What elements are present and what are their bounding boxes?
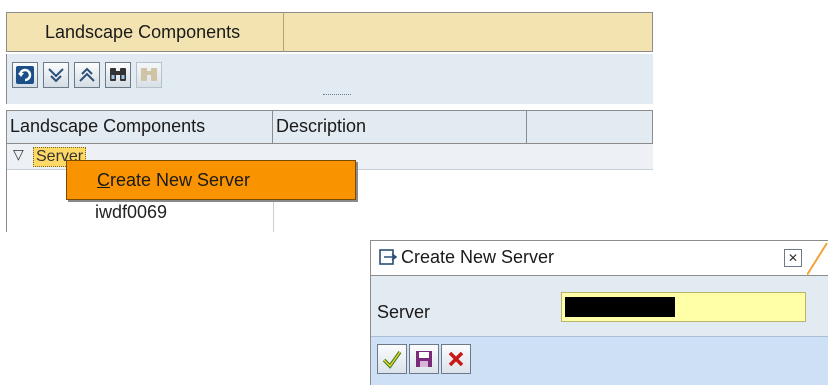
collapse-icon (79, 67, 95, 82)
table-header: Landscape Components Description (7, 110, 653, 144)
find-next-icon (141, 68, 157, 81)
context-menu: Create New Server (66, 160, 356, 200)
toolbar-resize-grip[interactable] (323, 94, 351, 95)
panel-toolbar (6, 54, 653, 104)
menu-item-create-new-server[interactable]: Create New Server (97, 170, 250, 191)
expand-all-button[interactable] (43, 62, 69, 88)
find-icon (110, 68, 126, 81)
find-next-button[interactable] (136, 62, 162, 88)
confirm-check-icon (382, 350, 402, 369)
expand-icon (48, 68, 64, 83)
server-field-label: Server (377, 302, 431, 322)
panel-title-bar: Landscape Components (6, 12, 653, 52)
close-button[interactable]: ✕ (784, 249, 802, 267)
dialog-window-icon (379, 249, 397, 265)
panel-title: Landscape Components (45, 22, 241, 42)
cancel-button[interactable] (441, 344, 471, 374)
tree-row-host[interactable]: iwdf0069 (95, 202, 167, 223)
cancel-x-icon (448, 351, 464, 367)
confirm-button[interactable] (377, 344, 407, 374)
refresh-button[interactable] (12, 62, 38, 88)
create-server-dialog: Create New Server ✕ Server (370, 236, 828, 385)
title-bar-tab-edge (807, 242, 828, 276)
landscape-components-panel: Landscape Components Landscape Component… (0, 0, 655, 232)
refresh-icon (16, 66, 34, 84)
dialog-title: Create New Server (401, 247, 555, 267)
save-icon (416, 351, 432, 367)
column-header-landscape-components[interactable]: Landscape Components (7, 111, 273, 143)
close-icon: ✕ (787, 251, 799, 265)
save-button[interactable] (409, 344, 439, 374)
dialog-toolbar (371, 336, 828, 385)
find-button[interactable] (105, 62, 131, 88)
column-header-description[interactable]: Description (273, 111, 527, 143)
collapse-all-button[interactable] (74, 62, 100, 88)
title-bar-divider (283, 13, 284, 51)
redacted-value (565, 297, 675, 317)
column-header-empty[interactable] (527, 111, 653, 143)
server-input[interactable] (561, 292, 806, 322)
dialog-title-bar: Create New Server ✕ (370, 240, 828, 276)
expand-triangle-icon[interactable]: ▽ (13, 146, 24, 163)
dialog-body: Server (370, 276, 828, 385)
